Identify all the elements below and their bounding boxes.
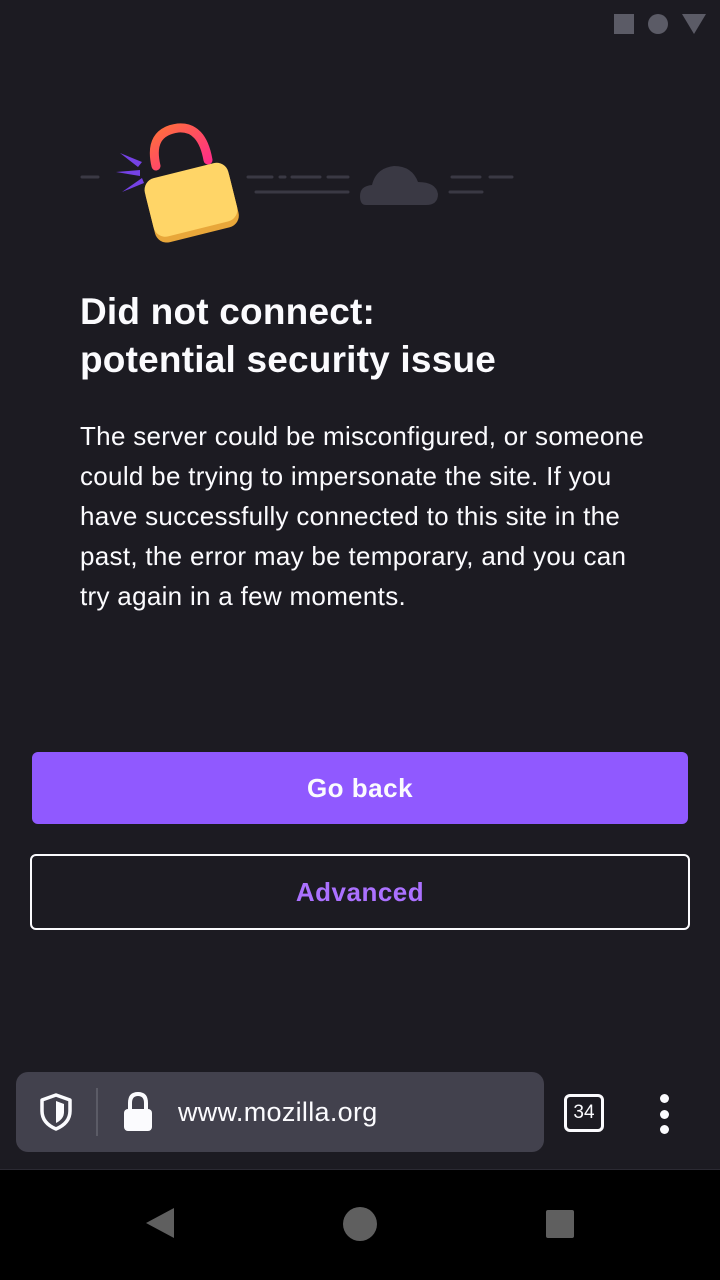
title-line-1: Did not connect:: [80, 291, 376, 332]
tabs-counter-button[interactable]: 34: [564, 1094, 604, 1132]
cloud-icon: [360, 166, 438, 205]
square-icon: [614, 14, 634, 34]
triangle-icon: [682, 14, 706, 34]
error-description: The server could be misconfigured, or so…: [80, 421, 645, 611]
advanced-button[interactable]: Advanced: [30, 854, 690, 930]
title-line-2: potential security issue: [80, 339, 497, 380]
url-bar-divider: [96, 1088, 98, 1136]
recents-icon[interactable]: [546, 1210, 574, 1238]
tracking-protection-shield-icon[interactable]: [38, 1092, 74, 1132]
menu-dot: [659, 1094, 669, 1103]
url-text[interactable]: www.mozilla.org: [178, 1092, 378, 1132]
page-title: Did not connect: potential security issu…: [80, 288, 660, 384]
broken-lock-illustration: [80, 123, 514, 243]
url-bar[interactable]: www.mozilla.org: [16, 1072, 544, 1152]
lock-icon[interactable]: [120, 1090, 156, 1134]
home-icon[interactable]: [343, 1207, 377, 1241]
status-icons: [614, 14, 706, 34]
system-nav-bar: [0, 1170, 720, 1280]
browser-toolbar: www.mozilla.org 34: [0, 1058, 720, 1170]
three-dot-menu-icon[interactable]: [646, 1092, 682, 1136]
go-back-button[interactable]: Go back: [32, 752, 688, 824]
back-icon[interactable]: [146, 1208, 174, 1238]
menu-dot: [659, 1125, 669, 1134]
status-bar: [0, 0, 720, 48]
screen: Did not connect: potential security issu…: [0, 0, 720, 1280]
menu-dot: [659, 1109, 669, 1119]
circle-icon: [648, 14, 668, 34]
